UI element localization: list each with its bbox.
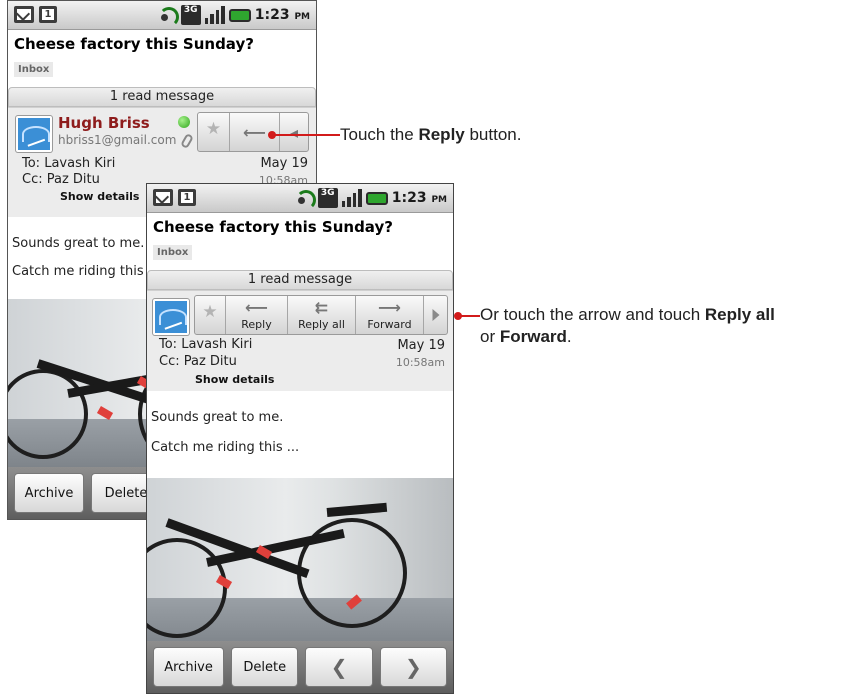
chevron-right-icon: ❯ bbox=[404, 655, 422, 679]
gmail-notification-icon bbox=[153, 189, 173, 206]
sender-name: Hugh Briss bbox=[58, 114, 150, 132]
label-chip-inbox[interactable]: Inbox bbox=[153, 245, 193, 260]
sync-icon bbox=[294, 188, 316, 210]
label-chip-inbox[interactable]: Inbox bbox=[14, 62, 54, 77]
read-messages-bar[interactable]: 1 read message bbox=[147, 270, 453, 290]
avatar[interactable] bbox=[153, 299, 189, 335]
message-time: 10:58am bbox=[395, 356, 445, 369]
gmail-notification-icon bbox=[14, 6, 34, 23]
star-button[interactable]: ★ bbox=[198, 113, 230, 151]
signal-strength-icon bbox=[204, 6, 225, 24]
to-recipients: To: Lavash Kiri bbox=[159, 337, 253, 352]
archive-button[interactable]: Archive bbox=[14, 473, 84, 513]
sender-email: hbriss1@gmail.com bbox=[58, 133, 177, 147]
star-icon: ★ bbox=[202, 302, 218, 322]
previous-message-button[interactable]: ❮ bbox=[305, 647, 373, 687]
show-details-link[interactable]: Show details bbox=[195, 373, 274, 386]
message-date: May 19 bbox=[260, 156, 308, 171]
email-subject: Cheese factory this Sunday? bbox=[153, 218, 393, 236]
star-button[interactable]: ★ bbox=[195, 296, 226, 334]
status-bar: 3G 1:23 PM bbox=[147, 184, 453, 213]
arrow-right-icon bbox=[432, 309, 439, 321]
calendar-notification-icon bbox=[39, 6, 57, 23]
chevron-left-icon: ❮ bbox=[330, 655, 348, 679]
email-subject: Cheese factory this Sunday? bbox=[14, 35, 254, 53]
reply-icon: ⟵ bbox=[245, 298, 268, 317]
screenshot-more-actions: 3G 1:23 PM Cheese factory this Sunday? I… bbox=[146, 183, 454, 694]
online-status-icon bbox=[178, 116, 190, 128]
avatar[interactable] bbox=[16, 116, 52, 152]
reply-button[interactable]: ⟵ Reply bbox=[226, 296, 288, 334]
attached-photo[interactable] bbox=[147, 478, 453, 650]
reply-all-icon: ⇇ bbox=[314, 298, 329, 317]
battery-icon bbox=[365, 191, 388, 205]
more-actions-button[interactable]: ◂ bbox=[280, 113, 308, 151]
status-bar: 3G 1:23 PM bbox=[8, 1, 316, 30]
arrow-icon: ◂ bbox=[289, 123, 299, 142]
cc-recipients: Cc: Paz Ditu bbox=[159, 354, 237, 369]
action-button-strip: ★ ⟵ Reply ⇇ Reply all ⟶ Forward bbox=[194, 295, 448, 335]
signal-strength-icon bbox=[341, 189, 362, 207]
archive-button[interactable]: Archive bbox=[153, 647, 225, 687]
network-3g-icon: 3G bbox=[317, 188, 338, 208]
status-time: 1:23 PM bbox=[254, 7, 310, 23]
action-button-strip: ★ ⟵ ◂ bbox=[197, 112, 309, 152]
reply-all-button[interactable]: ⇇ Reply all bbox=[288, 296, 356, 334]
battery-icon bbox=[228, 8, 251, 22]
calendar-notification-icon bbox=[178, 189, 196, 206]
paperclip-icon bbox=[180, 132, 194, 150]
message-body-line-1: Sounds great to me. bbox=[12, 236, 145, 251]
show-details-link[interactable]: Show details bbox=[60, 190, 139, 203]
read-messages-bar[interactable]: 1 read message bbox=[8, 87, 316, 107]
message-date: May 19 bbox=[397, 338, 445, 353]
cc-recipients: Cc: Paz Ditu bbox=[22, 172, 100, 187]
status-time: 1:23 PM bbox=[391, 190, 447, 206]
next-message-button[interactable]: ❯ bbox=[379, 647, 448, 687]
message-header: ★ ⟵ Reply ⇇ Reply all ⟶ Forward To: Lavash … bbox=[147, 290, 453, 391]
forward-button[interactable]: ⟶ Forward bbox=[356, 296, 424, 334]
callout-line-2 bbox=[458, 315, 480, 317]
forward-icon: ⟶ bbox=[378, 298, 401, 317]
bottom-action-bar: Archive Delete ❮ ❯ bbox=[147, 641, 453, 693]
star-icon: ★ bbox=[205, 119, 222, 139]
network-3g-icon: 3G bbox=[180, 5, 201, 25]
message-body-line-2: Catch me riding this ... bbox=[151, 440, 300, 455]
callout-reply-all-forward: Or touch the arrow and touch Reply all o… bbox=[480, 305, 775, 346]
collapse-actions-button[interactable] bbox=[424, 296, 447, 334]
callout-line-1 bbox=[272, 134, 340, 136]
delete-button[interactable]: Delete bbox=[231, 647, 299, 687]
callout-reply: Touch the Reply button. bbox=[340, 125, 522, 144]
to-recipients: To: Lavash Kiri bbox=[22, 156, 116, 171]
message-body-line-2: Catch me riding this .. bbox=[12, 264, 157, 279]
sync-icon bbox=[157, 5, 179, 27]
reply-icon: ⟵ bbox=[243, 123, 266, 142]
message-body-line-1: Sounds great to me. bbox=[151, 410, 284, 425]
